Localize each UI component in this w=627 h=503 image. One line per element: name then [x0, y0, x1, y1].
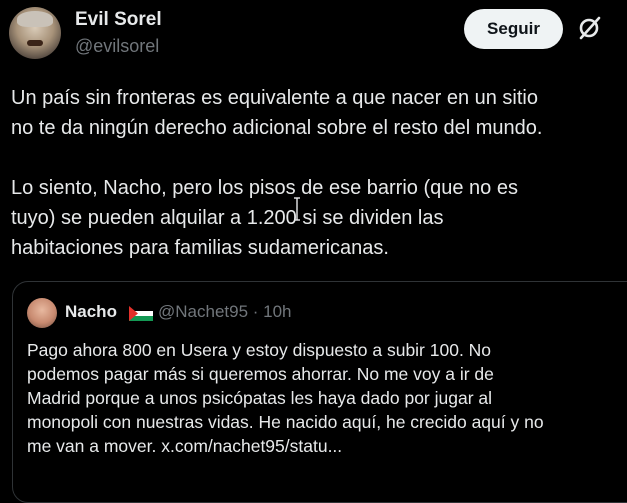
avatar-hair	[17, 11, 53, 27]
quoted-author-name[interactable]: Nacho	[65, 302, 117, 322]
author-name[interactable]: Evil Sorel	[75, 9, 162, 31]
author-handle[interactable]: @evilsorel	[75, 36, 159, 57]
palestine-flag-icon	[129, 306, 153, 321]
follow-button[interactable]: Seguir	[464, 9, 563, 49]
quoted-author-avatar[interactable]	[27, 298, 57, 328]
quoted-tweet-text: Pago ahora 800 en Usera y estoy dispuest…	[27, 340, 544, 456]
author-avatar[interactable]	[9, 7, 61, 59]
avatar-mustache	[27, 40, 43, 46]
text-cursor-icon	[294, 197, 300, 221]
tweet-text: Un país sin fronteras es equivalente a q…	[11, 87, 543, 259]
quoted-tweet[interactable]: Nacho @Nachet95 · 10h Pago ahora 800 en …	[12, 281, 627, 503]
quoted-handle-time[interactable]: @Nachet95 · 10h	[158, 302, 292, 322]
grok-icon[interactable]	[577, 15, 603, 41]
